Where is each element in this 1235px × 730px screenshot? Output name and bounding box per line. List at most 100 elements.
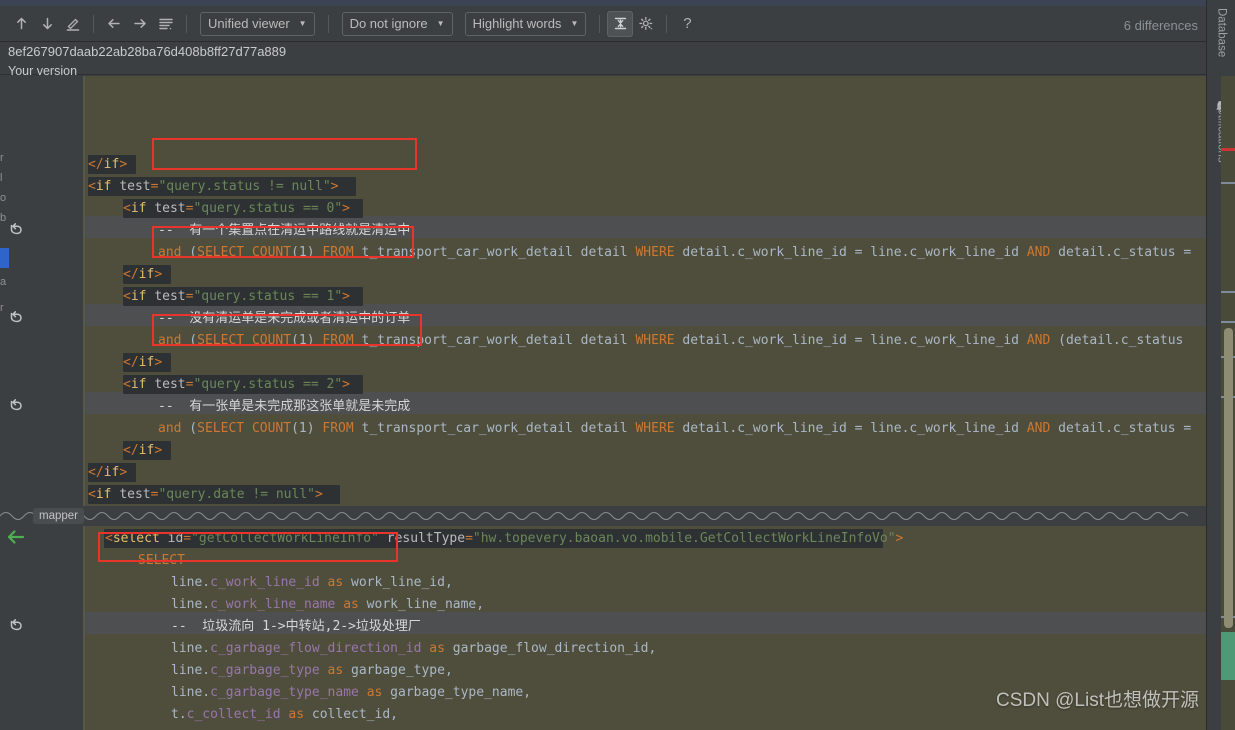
next-difference-icon[interactable]: [34, 11, 60, 37]
help-icon[interactable]: ?: [674, 11, 700, 37]
code-token: (: [181, 421, 198, 436]
list-options-icon[interactable]: [153, 11, 179, 37]
code-line[interactable]: <if test="query.status == 0">: [123, 198, 350, 220]
code-token: c_work_line_name: [210, 597, 336, 612]
diff-marker[interactable]: [1221, 632, 1235, 680]
revert-change-icon[interactable]: [6, 394, 26, 414]
code-token: garbage_flow_direction_id,: [444, 641, 657, 656]
left-edge-letter: b: [0, 212, 7, 224]
previous-difference-icon[interactable]: [8, 11, 34, 37]
apply-left-icon[interactable]: [101, 11, 127, 37]
code-line[interactable]: </if>: [123, 352, 162, 374]
code-token: <: [123, 201, 131, 216]
code-token: SELECT: [197, 245, 245, 260]
code-token: -- 有一张单是未完成那这张单就是未完成: [158, 399, 411, 414]
code-line[interactable]: SELECT: [138, 550, 185, 572]
viewer-mode-label: Unified viewer: [208, 16, 290, 31]
code-token: >: [154, 355, 163, 370]
code-line[interactable]: </if>: [123, 264, 162, 286]
difference-count-label: 6 differences: [1123, 18, 1198, 33]
diff-marker[interactable]: [1221, 321, 1235, 323]
code-line[interactable]: and (SELECT COUNT(1) FROM t_transport_ca…: [158, 418, 1191, 440]
code-token: </: [123, 267, 139, 282]
code-token: c_garbage_type_name: [210, 685, 359, 700]
collapse-unchanged-icon[interactable]: [607, 10, 634, 37]
code-token: >: [330, 179, 339, 194]
revert-change-icon[interactable]: [6, 218, 26, 238]
code-line[interactable]: <if test="query.status == 2">: [123, 374, 350, 396]
code-line[interactable]: </if>: [88, 462, 127, 484]
code-token: (: [181, 333, 198, 348]
code-token: id: [167, 531, 184, 546]
code-line[interactable]: line.c_garbage_type as garbage_type,: [171, 660, 453, 682]
code-token: detail.c_work_line_id = line.c_work_line…: [674, 245, 1027, 260]
code-line[interactable]: tcsp.c_name as collect_name: [171, 726, 382, 730]
code-text-layer[interactable]: </if> <if test="query.status != null"> <if…: [0, 76, 1206, 730]
code-line[interactable]: <if test="query.status != null">: [88, 176, 338, 198]
code-line[interactable]: line.c_garbage_type_name as garbage_type…: [171, 682, 531, 704]
code-token: <: [88, 487, 96, 502]
code-line[interactable]: </if>: [123, 440, 162, 462]
editor-scrollbar-column[interactable]: [1221, 76, 1235, 730]
code-token: if: [130, 201, 147, 216]
edit-icon[interactable]: [60, 11, 86, 37]
code-line[interactable]: -- 有一个集置点在清运中路线就是清运中: [158, 220, 410, 242]
code-token: >: [154, 443, 163, 458]
viewer-mode-dropdown[interactable]: Unified viewer ▼: [200, 11, 315, 36]
code-token: AND: [1026, 245, 1051, 260]
code-token: detail.c_status =: [1050, 421, 1192, 436]
revert-change-icon[interactable]: [6, 614, 26, 634]
ignore-mode-dropdown[interactable]: Do not ignore ▼: [341, 11, 453, 36]
code-token: detail.c_work_line_id = line.c_work_line…: [674, 333, 1027, 348]
code-line[interactable]: t.c_collect_id as collect_id,: [171, 704, 398, 726]
code-token: (1): [291, 245, 323, 260]
code-token: -- 有一个集置点在清运中路线就是清运中: [158, 223, 411, 238]
code-token: <: [123, 377, 131, 392]
code-token: (detail.c_status: [1050, 333, 1184, 348]
code-token: work_line_name,: [358, 597, 485, 612]
scrollbar-thumb[interactable]: [1224, 328, 1233, 628]
gear-icon[interactable]: [633, 11, 659, 37]
highlight-mode-dropdown[interactable]: Highlight words ▼: [464, 11, 587, 36]
code-line[interactable]: line.c_work_line_name as work_line_name,: [171, 594, 484, 616]
code-line[interactable]: line.c_work_line_id as work_line_id,: [171, 572, 453, 594]
code-token: "query.status == 0": [193, 201, 343, 216]
code-token: line.: [171, 641, 211, 656]
revert-change-icon[interactable]: [6, 306, 26, 326]
code-token: "query.status == 2": [193, 377, 343, 392]
code-token: SELECT: [197, 333, 245, 348]
code-token: -- 没有清运单是未完成或者清运中的订单: [158, 311, 411, 326]
code-line[interactable]: <if test="query.status == 1">: [123, 286, 350, 308]
toolbar-divider-2: [186, 14, 187, 33]
code-token: AND: [1026, 421, 1051, 436]
code-token: "query.date != null": [158, 487, 315, 502]
code-line[interactable]: <select id="getCollectWorkLineInfo" resu…: [105, 528, 903, 550]
code-line[interactable]: -- 有一张单是未完成那这张单就是未完成: [158, 396, 410, 418]
code-line[interactable]: -- 垃圾流向 1->中转站,2->垃圾处理厂: [171, 616, 421, 638]
code-token: <: [123, 289, 131, 304]
code-line[interactable]: </if>: [88, 154, 127, 176]
diff-marker[interactable]: [1221, 148, 1235, 151]
code-token: >: [315, 487, 323, 502]
code-line[interactable]: and (SELECT COUNT(1) FROM t_transport_ca…: [158, 242, 1191, 264]
left-edge-letter: o: [0, 192, 7, 204]
code-line[interactable]: line.c_garbage_flow_direction_id as garb…: [171, 638, 656, 660]
code-line[interactable]: -- 没有清运单是未完成或者清运中的订单: [158, 308, 410, 330]
file-info-header: 8ef267907daab22ab28ba76d408b8ff27d77a889…: [0, 43, 1206, 78]
code-token: and: [158, 245, 182, 260]
left-edge-letter: r: [0, 152, 4, 164]
diff-marker[interactable]: [1221, 291, 1235, 293]
revision-hash: 8ef267907daab22ab28ba76d408b8ff27d77a889: [8, 44, 287, 59]
diff-marker[interactable]: [1221, 182, 1235, 184]
code-token: test: [119, 487, 151, 502]
toolbar-divider-5: [666, 14, 668, 33]
code-line[interactable]: <if test="query.date != null">: [88, 484, 323, 506]
unified-diff-editor[interactable]: </if> <if test="query.status != null"> <if…: [0, 76, 1206, 730]
code-token: test: [154, 201, 186, 216]
code-token: AND: [1026, 333, 1051, 348]
left-edge-selection: [0, 248, 9, 268]
code-line[interactable]: and (SELECT COUNT(1) FROM t_transport_ca…: [158, 330, 1183, 352]
apply-right-icon[interactable]: [127, 11, 153, 37]
